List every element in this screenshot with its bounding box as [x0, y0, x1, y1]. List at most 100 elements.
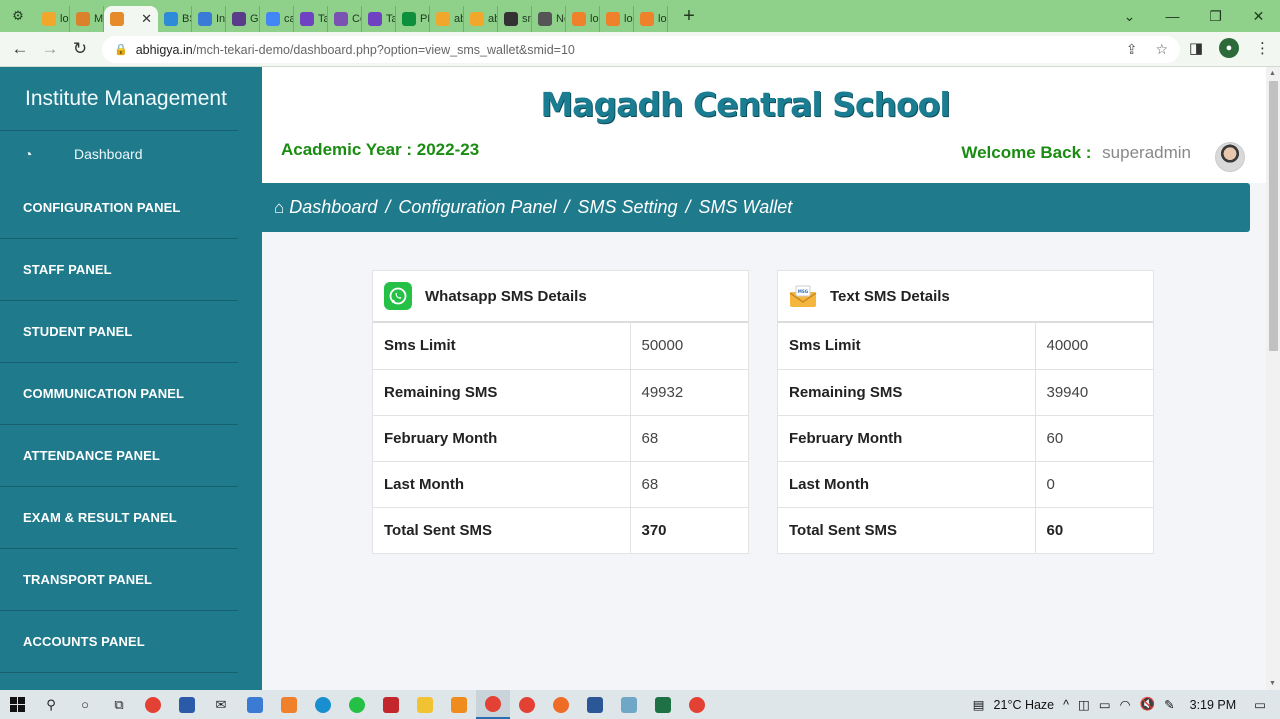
browser-tab[interactable]: loc: [600, 6, 634, 32]
sidebar-item-configuration-panel[interactable]: CONFIGURATION PANEL: [0, 177, 238, 239]
browser-tab[interactable]: Tal: [294, 6, 328, 32]
weather-text[interactable]: 21°C Haze: [994, 698, 1055, 712]
breadcrumb-item-sms-setting[interactable]: SMS Setting: [577, 197, 677, 218]
tab-label: BS: [182, 13, 191, 25]
browser-tab[interactable]: loc: [36, 6, 70, 32]
browser-tab[interactable]: sm: [498, 6, 532, 32]
tab-favicon-icon: [198, 12, 212, 26]
browser-tab[interactable]: GD: [226, 6, 260, 32]
tab-strip: loc Ma ✕ BS Inf GD cal Tal Co Tal PH ab ab sm Ne loc loc…: [36, 0, 668, 32]
tab-list-chevron-icon[interactable]: ⌄: [1108, 0, 1151, 32]
forward-button[interactable]: →: [35, 39, 65, 59]
system-tray: ▤ 21°C Haze ^ ◫ ▭ ◠ 🔇 ✎ 3:19 PM ▭: [973, 690, 1280, 719]
store-app-icon[interactable]: [238, 690, 272, 719]
menu-kebab-icon[interactable]: ⋮: [1255, 39, 1270, 57]
chrome-app-icon-2[interactable]: [680, 690, 714, 719]
tab-label: cal: [284, 13, 293, 25]
whatsapp-app-icon[interactable]: [340, 690, 374, 719]
battery-icon[interactable]: ▭: [1099, 697, 1111, 712]
browser-tab[interactable]: ab: [464, 6, 498, 32]
browser-tab[interactable]: Inf: [192, 6, 226, 32]
start-windows-icon[interactable]: [0, 690, 34, 719]
postman-app-icon[interactable]: [544, 690, 578, 719]
edge-app-icon[interactable]: [306, 690, 340, 719]
breadcrumb-item-configuration[interactable]: Configuration Panel: [398, 197, 556, 218]
page-scrollbar[interactable]: ▲ ▼: [1266, 67, 1280, 690]
bookmark-star-icon[interactable]: ☆: [1155, 41, 1168, 58]
browser-tab[interactable]: cal: [260, 6, 294, 32]
chrome-app-icon[interactable]: [136, 690, 170, 719]
notification-icon[interactable]: ▭: [1254, 697, 1266, 712]
tab-label: PH: [420, 13, 429, 25]
sidebar-item-staff-panel[interactable]: STAFF PANEL: [0, 239, 238, 301]
file-explorer-icon[interactable]: [408, 690, 442, 719]
user-avatar[interactable]: [1215, 142, 1245, 172]
table-row: Total Sent SMS 370: [373, 506, 748, 553]
table-row: Total Sent SMS 60: [778, 506, 1153, 553]
meet-icon[interactable]: ◫: [1078, 697, 1090, 712]
profile-icon[interactable]: ●: [1219, 38, 1239, 58]
scroll-down-arrow-icon[interactable]: ▼: [1269, 680, 1276, 687]
breadcrumb-item-dashboard[interactable]: Dashboard: [289, 197, 377, 218]
row-value: 0: [1035, 460, 1153, 507]
tab-search-icon[interactable]: ⚙: [0, 0, 36, 32]
browser-tab[interactable]: loc: [634, 6, 668, 32]
tab-favicon-icon: [436, 12, 450, 26]
browser-tab[interactable]: loc: [566, 6, 600, 32]
volume-mute-icon[interactable]: 🔇: [1140, 697, 1156, 712]
excel-app-icon[interactable]: [646, 690, 680, 719]
search-icon[interactable]: ⚲: [34, 690, 68, 719]
sidebar-item-dashboard[interactable]: ◔ Dashboard: [0, 131, 262, 177]
row-label: Last Month: [778, 460, 1036, 507]
sidebar-item-transport-panel[interactable]: TRANSPORT PANEL: [0, 549, 238, 611]
pen-icon[interactable]: ✎: [1164, 697, 1174, 712]
tab-label: Inf: [216, 13, 226, 25]
tab-close-icon[interactable]: ✕: [141, 11, 152, 27]
browser-tab[interactable]: BS: [158, 6, 192, 32]
chrome-active-app-icon[interactable]: [476, 690, 510, 719]
share-icon[interactable]: ⇪: [1126, 41, 1138, 58]
sidebar-item-exam-result-panel[interactable]: EXAM & RESULT PANEL: [0, 487, 238, 549]
side-panel-icon[interactable]: ◨: [1189, 39, 1203, 57]
browser-tab[interactable]: Co: [328, 6, 362, 32]
close-window-button[interactable]: ✕: [1237, 0, 1280, 32]
browser-tab[interactable]: Tal: [362, 6, 396, 32]
welcome-text: Welcome Back : superadmin: [961, 143, 1191, 163]
sublime-app-icon[interactable]: [442, 690, 476, 719]
row-value: 370: [630, 506, 748, 553]
new-tab-button[interactable]: +: [674, 5, 704, 28]
tray-chevron-icon[interactable]: ^: [1063, 698, 1069, 712]
chrome-profile-app-icon[interactable]: [510, 690, 544, 719]
sidebar-item-accounts-panel[interactable]: ACCOUNTS PANEL: [0, 611, 238, 673]
minimize-button[interactable]: —: [1151, 0, 1194, 32]
reload-button[interactable]: ↻: [65, 39, 95, 59]
restore-button[interactable]: ❐: [1194, 0, 1237, 32]
url-field[interactable]: 🔒 abhigya.in/mch-tekari-demo/dashboard.p…: [102, 36, 1180, 63]
scroll-up-arrow-icon[interactable]: ▲: [1269, 70, 1276, 77]
clock[interactable]: 3:19 PM: [1190, 698, 1237, 712]
tab-label: GD: [250, 13, 259, 25]
weather-icon[interactable]: ▤: [973, 697, 985, 712]
sidebar-item-attendance-panel[interactable]: ATTENDANCE PANEL: [0, 425, 238, 487]
filezilla-app-icon[interactable]: [374, 690, 408, 719]
scrollbar-thumb[interactable]: [1269, 81, 1278, 351]
browser-tab[interactable]: ab: [430, 6, 464, 32]
browser-tab[interactable]: PH: [396, 6, 430, 32]
browser-tab[interactable]: Ne: [532, 6, 566, 32]
browser-tab[interactable]: Ma: [70, 6, 104, 32]
row-label: Total Sent SMS: [778, 506, 1036, 553]
cortana-icon[interactable]: ○: [68, 690, 102, 719]
powershell-app-icon[interactable]: [170, 690, 204, 719]
back-button[interactable]: ←: [5, 39, 35, 59]
sidebar-item-communication-panel[interactable]: COMMUNICATION PANEL: [0, 363, 238, 425]
task-view-icon[interactable]: ⧉: [102, 690, 136, 719]
mail-app-icon[interactable]: ✉: [204, 690, 238, 719]
sidebar-item-student-panel[interactable]: STUDENT PANEL: [0, 301, 238, 363]
row-label: Sms Limit: [373, 323, 631, 369]
browser-tab[interactable]: ✕: [104, 6, 158, 32]
notepad-app-icon[interactable]: [612, 690, 646, 719]
wifi-icon[interactable]: ◠: [1120, 697, 1131, 712]
word-app-icon[interactable]: [578, 690, 612, 719]
xampp-app-icon[interactable]: [272, 690, 306, 719]
page-header: Magadh Central School Academic Year : 20…: [262, 67, 1266, 183]
